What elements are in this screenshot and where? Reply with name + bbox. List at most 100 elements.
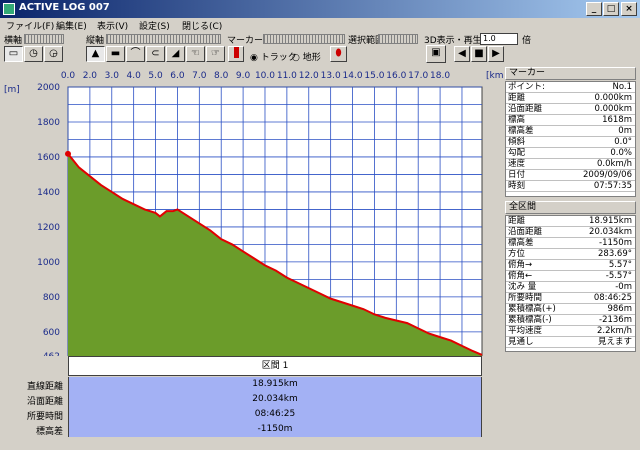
- app-window: ACTIVE LOG 007 _ □ × ファイル(F) 編集(E) 表示(V)…: [0, 0, 640, 450]
- total-key: 見通し: [508, 337, 534, 347]
- app-icon: [3, 3, 15, 15]
- total-value: 20.034km: [589, 227, 632, 237]
- h-axis-label: 横軸: [4, 36, 23, 46]
- stop-icon[interactable]: ■: [471, 46, 487, 62]
- marker-value: 0.000km: [594, 93, 632, 103]
- x-tick-label: 3.0: [105, 71, 120, 81]
- plot-panel: 0.0 2.0 3.0 4.0 5.0 6.0 7.0 8.0 9.0 10.0 11.0 12.0 1…: [0, 64, 503, 450]
- section-value: -1150m: [68, 422, 482, 437]
- menu-edit[interactable]: 編集(E): [56, 19, 87, 32]
- section-label: 標高差: [35, 427, 63, 437]
- total-row: 沈み 量 -0m: [506, 282, 635, 293]
- x-tick-label: 16.0: [386, 71, 406, 81]
- bar-icon[interactable]: ▬: [106, 46, 125, 62]
- total-value: 2.2km/h: [597, 326, 632, 336]
- y-tick-label: 1800: [37, 118, 60, 128]
- menu-view[interactable]: 表示(V): [97, 19, 128, 32]
- total-row: 俯角← -5.57°: [506, 271, 635, 282]
- clock-fast-icon[interactable]: ◶: [44, 46, 63, 62]
- total-value: -0m: [615, 282, 632, 292]
- marker-table: ポイント: No.1 距離 0.000km 沿面距離 0.000km 標高 1618m 標高差 0…: [505, 81, 636, 197]
- view3d-icon[interactable]: ▣: [426, 45, 446, 63]
- x-tick-label: 9.0: [236, 71, 251, 81]
- elevation-chart[interactable]: 0.0 2.0 3.0 4.0 5.0 6.0 7.0 8.0 9.0 10.0 11.0 12.0 1…: [0, 64, 503, 356]
- terrain-radio-label: 地形: [302, 53, 321, 63]
- speed-select[interactable]: 1.0: [480, 33, 518, 45]
- track-radio[interactable]: ◉ トラック: [250, 50, 297, 63]
- marker-key: 速度: [508, 159, 526, 169]
- marker-key: 時刻: [508, 181, 526, 191]
- total-value: -2136m: [599, 315, 632, 325]
- x-tick-label: 10.0: [255, 71, 275, 81]
- x-tick-label: 8.0: [214, 71, 229, 81]
- total-row: 標高差 -1150m: [506, 238, 635, 249]
- hand-icon[interactable]: ☜: [186, 46, 205, 62]
- marker-value: No.1: [612, 82, 632, 92]
- total-value: 986m: [607, 304, 632, 314]
- rewind-icon[interactable]: ◀: [454, 46, 470, 62]
- hand2-icon[interactable]: ☞: [206, 46, 225, 62]
- play-icon[interactable]: ▶: [488, 46, 504, 62]
- total-key: 累積標高(+): [508, 304, 556, 314]
- marker-row: 勾配 0.0%: [506, 148, 635, 159]
- x-tick-label: 12.0: [299, 71, 319, 81]
- marker-row: 標高 1618m: [506, 115, 635, 126]
- v-axis-slider[interactable]: [106, 34, 221, 44]
- marker-key: 距離: [508, 93, 526, 103]
- x-tick-label: 11.0: [277, 71, 297, 81]
- marker-key: 傾斜: [508, 137, 526, 147]
- y-tick-label: 462: [43, 352, 60, 356]
- pin-icon[interactable]: [228, 46, 244, 62]
- total-row: 累積標高(-) -2136m: [506, 315, 635, 326]
- terrain-radio[interactable]: ○ 地形: [292, 50, 321, 63]
- marker-flag-icon[interactable]: ⬮: [330, 46, 347, 62]
- marker-key: 標高差: [508, 126, 534, 136]
- total-row: 見通し 見えます: [506, 337, 635, 348]
- minimize-button[interactable]: _: [586, 2, 602, 16]
- total-key: 方位: [508, 249, 526, 259]
- hdist-icon[interactable]: ▭: [4, 46, 23, 62]
- v-axis-label: 縦軸: [86, 36, 105, 46]
- total-row: 累積標高(+) 986m: [506, 304, 635, 315]
- marker-row: ポイント: No.1: [506, 82, 635, 93]
- curve-icon[interactable]: ⌒: [126, 46, 145, 62]
- toolbar: 横軸 縦軸 マーカー 選択範囲 3D表示・再生 1.0 倍 ▭ ◷ ◶ ▲ ▬ …: [0, 33, 640, 63]
- marker-row: 標高差 0m: [506, 126, 635, 137]
- close-button[interactable]: ×: [621, 2, 637, 16]
- x-unit-label: [km]: [486, 71, 503, 81]
- marker-row: 時刻 07:57:35: [506, 181, 635, 192]
- magnify-label: 倍: [522, 36, 532, 46]
- total-table: 距離 18.915km 沿面距離 20.034km 標高差 -1150m 方位 283.69°…: [505, 215, 636, 352]
- clock-icon[interactable]: ◷: [24, 46, 43, 62]
- slope-icon[interactable]: ◢: [166, 46, 185, 62]
- total-key: 所要時間: [508, 293, 543, 303]
- marker-value: 0.0°: [614, 137, 632, 147]
- section-value: 18.915km: [68, 377, 482, 392]
- section-title: 区間 1: [68, 356, 482, 376]
- marker-value: 1618m: [602, 115, 632, 125]
- y-tick-label: 800: [43, 293, 60, 303]
- section-value: 20.034km: [68, 392, 482, 407]
- menu-settings[interactable]: 設定(S): [139, 19, 170, 32]
- total-key: 平均速度: [508, 326, 543, 336]
- h-axis-slider[interactable]: [24, 34, 64, 44]
- y-tick-label: 1000: [37, 258, 60, 268]
- y-tick-label: 600: [43, 328, 60, 338]
- marker-value: 0.0%: [610, 148, 632, 158]
- marker-value: 2009/09/06: [583, 170, 632, 180]
- range-slider[interactable]: [378, 34, 418, 44]
- section-label: 沿面距離: [26, 397, 63, 407]
- maximize-button[interactable]: □: [603, 2, 619, 16]
- total-key: 沈み 量: [508, 282, 537, 292]
- menu-file[interactable]: ファイル(F): [6, 19, 54, 32]
- total-key: 俯角←: [508, 271, 533, 281]
- total-value: 見えます: [597, 337, 632, 347]
- car-icon[interactable]: ⊂: [146, 46, 165, 62]
- x-tick-label: 2.0: [83, 71, 98, 81]
- marker-slider[interactable]: [263, 34, 345, 44]
- menu-close[interactable]: 閉じる(C): [182, 19, 222, 32]
- total-key: 標高差: [508, 238, 534, 248]
- marker-row: 距離 0.000km: [506, 93, 635, 104]
- mountain-icon[interactable]: ▲: [86, 46, 105, 62]
- menu-bar: ファイル(F) 編集(E) 表示(V) 設定(S) 閉じる(C): [0, 18, 640, 33]
